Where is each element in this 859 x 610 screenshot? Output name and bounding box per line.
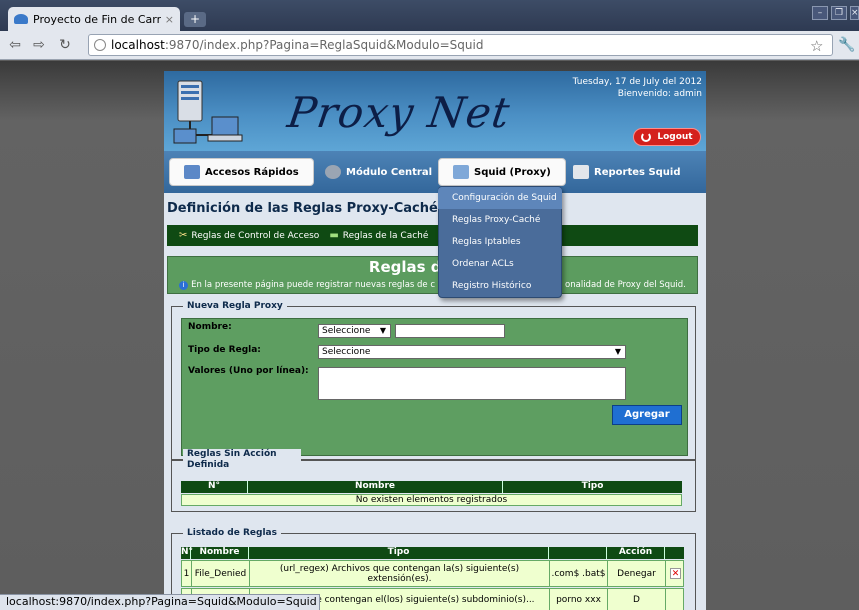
nav-label: Accesos Rápidos (205, 166, 299, 178)
address-bar[interactable]: localhost :9870/index.php?Pagina=ReglaSq… (88, 34, 833, 56)
gears-icon (325, 165, 341, 179)
browser-toolbar: ⇦ ⇨ ↻ localhost :9870/index.php?Pagina=R… (0, 31, 859, 60)
col-nombre: Nombre (248, 481, 503, 493)
valores-label: Valores (Uno por línea): (188, 366, 309, 376)
intro-text: i En la presente página puede registrar n… (167, 280, 698, 290)
nueva-regla-legend: Nueva Regla Proxy (183, 301, 287, 312)
col-tipo: Tipo (249, 547, 549, 559)
agregar-button[interactable]: Agregar (612, 405, 682, 425)
tipo-label: Tipo de Regla: (188, 345, 261, 355)
sin-accion-table-header: N° Nombre Tipo (181, 481, 682, 493)
date-info: Tuesday, 17 de July del 2012 Bienvenido:… (540, 76, 702, 100)
browser-tab[interactable]: Proyecto de Fin de Carr × (8, 7, 180, 31)
intro-text-right: onalidad de Proxy del Squid. (565, 280, 686, 290)
col-accion: Acción (607, 547, 665, 559)
minimize-window-button[interactable]: – (812, 6, 828, 20)
page-title: Definición de las Reglas Proxy-Caché (167, 201, 438, 216)
nav-label: Reportes Squid (594, 166, 681, 178)
tab-title: Proyecto de Fin de Carr (33, 12, 161, 26)
col-valores (549, 547, 607, 559)
logout-label: Logout (657, 132, 693, 142)
new-tab-button[interactable]: + (184, 12, 206, 27)
row-values: .com$ .bat$ (550, 561, 608, 586)
report-icon (573, 165, 589, 179)
menu-item-reglas-proxy-cache[interactable]: Reglas Proxy-Caché (438, 209, 562, 231)
nav-label: Squid (Proxy) (474, 166, 551, 178)
pen-icon (453, 165, 469, 179)
url-host: localhost (111, 38, 165, 52)
nav-reportes-squid[interactable]: Reportes Squid (573, 158, 681, 186)
page-info-icon[interactable] (94, 39, 106, 51)
sin-accion-legend-line1: Reglas Sin Acción (187, 449, 277, 459)
restore-window-button[interactable]: ❐ (831, 6, 847, 20)
nombre-select[interactable]: Seleccione ▼ (318, 324, 391, 338)
bookmark-star-icon[interactable]: ☆ (810, 37, 823, 55)
delete-row-button[interactable]: ✕ (666, 561, 685, 586)
row-number: 1 (182, 561, 192, 586)
menu-item-configuracion-squid[interactable]: Configuración de Squid (438, 187, 562, 209)
listado-table-header: N° Nombre Tipo Acción (181, 547, 684, 559)
site-favicon-icon (14, 14, 28, 24)
forward-arrow-icon[interactable]: ⇨ (30, 37, 48, 53)
subnav-cache[interactable]: Reglas de la Caché (343, 231, 429, 241)
col-numero: N° (181, 481, 248, 493)
listado-legend: Listado de Reglas (183, 528, 281, 539)
sin-accion-legend-line2: Definida (187, 460, 230, 470)
welcome-text: Bienvenido: admin (617, 89, 702, 99)
sin-accion-legend: Reglas Sin Acción Definida (183, 449, 301, 471)
intro-text-left: En la presente página puede registrar nu… (191, 280, 436, 290)
row-type: (url_regex) Archivos que contengan la(s)… (250, 561, 550, 586)
nombre-select-value: Seleccione (322, 326, 371, 336)
power-icon (641, 132, 652, 142)
nav-modulo-central[interactable]: Módulo Central (325, 158, 432, 186)
current-date: Tuesday, 17 de July del 2012 (572, 77, 702, 87)
table-row: 1 File_Denied (url_regex) Archivos que c… (181, 560, 684, 587)
row-action: Denegar (608, 561, 666, 586)
menu-item-ordenar-acls[interactable]: Ordenar ACLs (438, 253, 562, 275)
reload-icon[interactable]: ↻ (56, 37, 74, 53)
cache-icon: ▬ (329, 230, 339, 241)
col-numero: N° (181, 547, 194, 559)
valores-textarea[interactable] (318, 367, 626, 400)
row-action: D (608, 589, 666, 610)
tipo-select[interactable]: Seleccione ▼ (318, 345, 626, 359)
logout-button[interactable]: Logout (633, 128, 701, 146)
home-icon (184, 165, 200, 179)
delete-icon: ✕ (670, 568, 681, 579)
dropdown-arrow-icon: ▼ (614, 347, 621, 356)
server-network-icon (173, 80, 243, 144)
back-arrow-icon[interactable]: ⇦ (6, 37, 24, 53)
close-window-button[interactable]: × (850, 6, 859, 20)
tipo-select-value: Seleccione (322, 347, 371, 357)
subnav-acceso[interactable]: Reglas de Control de Acceso (191, 231, 319, 241)
col-delete (665, 547, 684, 559)
nav-accesos-rapidos[interactable]: Accesos Rápidos (169, 158, 314, 186)
tools-icon: ✂ (179, 230, 188, 241)
col-tipo: Tipo (581, 481, 604, 491)
tab-close-icon[interactable]: × (165, 13, 174, 26)
sub-nav-bar: ✂ Reglas de Control de Acceso ▬ Reglas d… (167, 225, 698, 246)
dropdown-arrow-icon: ▼ (379, 326, 386, 335)
col-nombre: Nombre (191, 547, 249, 559)
nombre-label: Nombre: (188, 322, 232, 332)
menu-item-registro-historico[interactable]: Registro Histórico (438, 275, 562, 297)
app-logo: Proxy Net (284, 88, 514, 137)
row-values: porno xxx (550, 589, 608, 610)
info-circle-icon: i (179, 281, 189, 290)
nav-label: Módulo Central (346, 166, 433, 178)
nav-squid-proxy[interactable]: Squid (Proxy) (438, 158, 566, 186)
empty-message: No existen elementos registrados (181, 494, 682, 506)
status-bar-url: localhost:9870/index.php?Pagina=Squid&Mo… (0, 594, 320, 610)
delete-row-button[interactable] (666, 589, 685, 610)
url-path: :9870/index.php?Pagina=ReglaSquid&Modulo… (164, 38, 484, 52)
row-name: File_Denied (192, 561, 250, 586)
nombre-input[interactable] (395, 324, 505, 338)
wrench-menu-icon[interactable]: 🔧 (838, 37, 855, 53)
intro-title: Reglas de Cont (368, 258, 497, 276)
menu-item-reglas-iptables[interactable]: Reglas Iptables (438, 231, 562, 253)
